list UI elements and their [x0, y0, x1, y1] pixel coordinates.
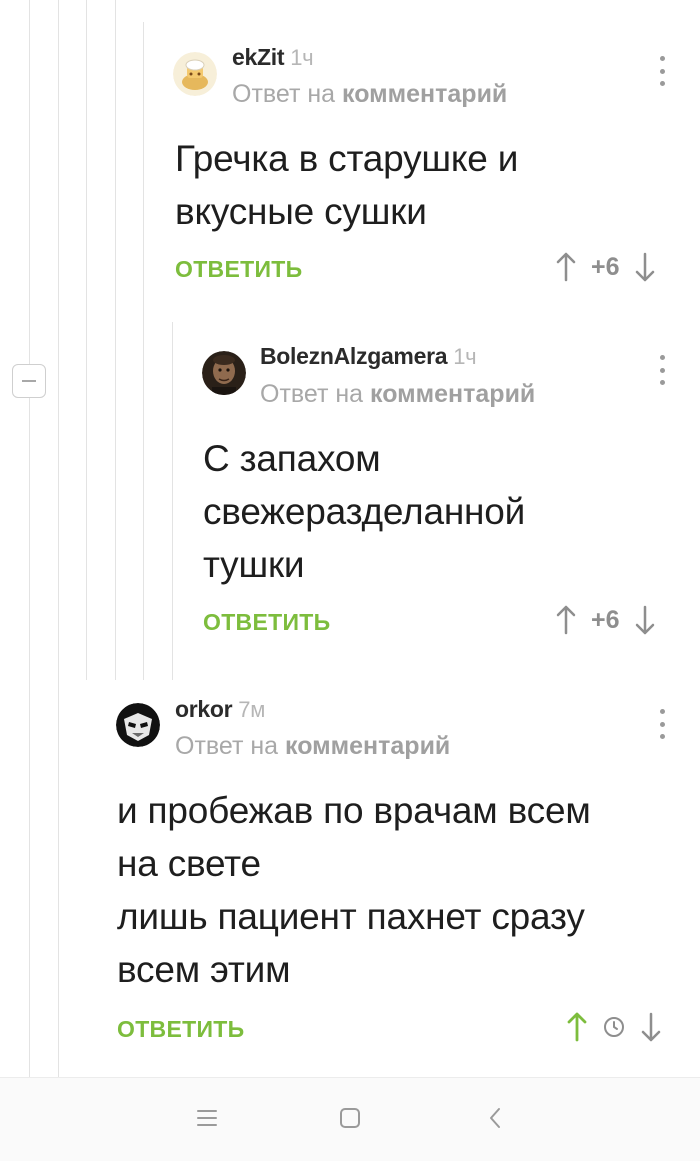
clock-icon: [604, 1017, 624, 1037]
arrow-down-icon[interactable]: [640, 1012, 662, 1042]
comment-line: лишь пациент пахнет сразу: [117, 896, 585, 937]
avatar[interactable]: [116, 703, 160, 747]
reply-target-link[interactable]: комментарий: [285, 732, 450, 760]
home-square-icon[interactable]: [338, 1106, 362, 1130]
comment-line: и пробежав по врачам всем: [117, 790, 591, 831]
comment-author[interactable]: orkor 7м: [175, 696, 265, 723]
comment-time: 7м: [238, 697, 266, 722]
comment-line: всем этим: [117, 949, 291, 990]
comment-line: на свете: [117, 843, 261, 884]
back-chevron-icon[interactable]: [484, 1106, 508, 1130]
arrow-up-icon[interactable]: [566, 1012, 588, 1042]
vote-controls: [566, 1012, 662, 1042]
comment-text: и пробежав по врачам всем на свете лишь …: [117, 784, 591, 996]
kebab-menu-icon[interactable]: [659, 709, 665, 739]
reply-meta: Ответ на комментарий: [175, 732, 450, 761]
reply-button[interactable]: ОТВЕТИТЬ: [117, 1016, 244, 1043]
author-name[interactable]: orkor: [175, 696, 233, 722]
menu-icon[interactable]: [195, 1106, 219, 1130]
system-nav-bar: [0, 1077, 700, 1161]
comment: orkor 7м Ответ на комментарий и пробежав …: [0, 0, 700, 1070]
reply-prefix: Ответ на: [175, 732, 279, 760]
